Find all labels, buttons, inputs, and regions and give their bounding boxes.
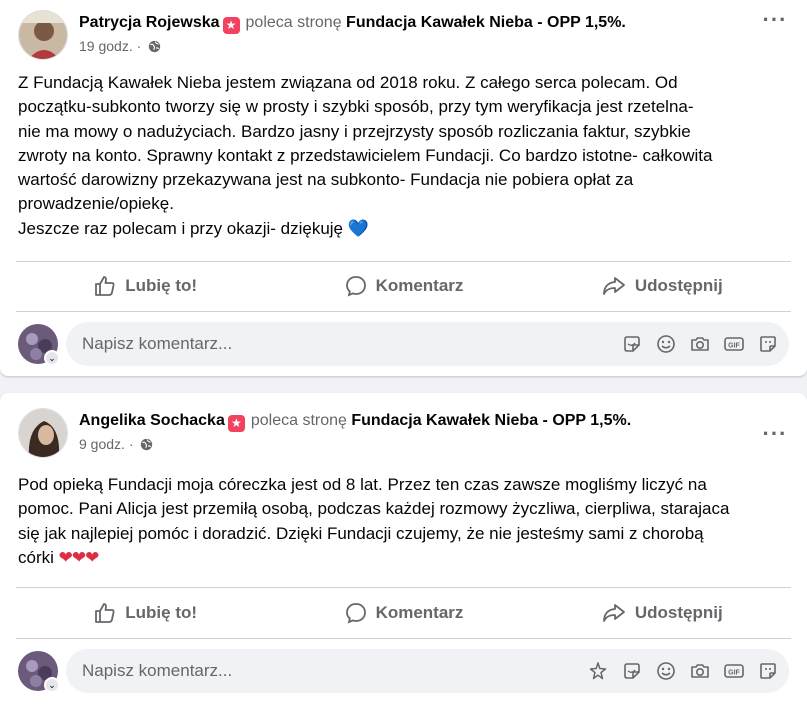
share-arrow-icon — [602, 604, 625, 622]
body-line: córki — [18, 547, 54, 567]
share-button[interactable]: Udostępnij — [533, 593, 791, 633]
like-label: Lubię to! — [125, 603, 198, 622]
post-timestamp[interactable]: 19 godz. · — [79, 38, 141, 54]
post-actions: Lubię to! Komentarz Udostępnij — [16, 593, 791, 633]
body-line: wartość darowizny przekazywana jest na s… — [18, 170, 634, 190]
share-label: Udostępnij — [634, 603, 723, 622]
chevron-down-icon[interactable]: ⌄ — [44, 677, 60, 693]
post-meta: Patrycja Rojewska ★ poleca stronę Fundacja… — [79, 12, 626, 57]
emoji-icon[interactable] — [655, 660, 677, 682]
sticker-icon[interactable] — [621, 660, 643, 682]
divider — [16, 638, 791, 639]
like-button[interactable]: Lubię to! — [16, 593, 274, 633]
blue-heart-emoji: 💙 — [347, 218, 369, 238]
share-label: Udostępnij — [634, 276, 723, 295]
comment-input[interactable]: Napisz komentarz... GIF — [66, 322, 789, 366]
avatar-sticker-icon[interactable] — [757, 660, 779, 682]
red-hearts-emoji: ❤❤❤ — [58, 547, 100, 567]
camera-icon[interactable] — [689, 333, 711, 355]
like-label: Lubię to! — [125, 276, 198, 295]
comment-placeholder: Napisz komentarz... — [82, 661, 233, 680]
body-line: nie ma mowy o nadużyciach. Bardzo jasny … — [18, 121, 691, 141]
comment-composer: ⌄ Napisz komentarz... GIF — [18, 649, 789, 693]
post-timestamp[interactable]: 9 godz. · — [79, 436, 133, 452]
more-options-icon[interactable]: ··· — [757, 9, 793, 34]
comment-input[interactable]: Napisz komentarz... GIF — [66, 649, 789, 693]
recommend-icon: ★ — [222, 17, 240, 34]
post-body: Z Fundacją Kawałek Nieba jestem związana… — [18, 71, 787, 241]
divider — [16, 587, 791, 588]
camera-icon[interactable] — [689, 660, 711, 682]
recommends-text: poleca stronę — [245, 14, 342, 31]
page-name-link[interactable]: Fundacja Kawałek Nieba - OPP 1,5%. — [346, 14, 626, 31]
spark-icon[interactable] — [587, 660, 609, 682]
post-actions: Lubię to! Komentarz Udostępnij — [16, 266, 791, 306]
comment-bubble-icon — [345, 276, 366, 297]
author-name[interactable]: Patrycja Rojewska — [79, 14, 220, 31]
post-card: Angelika Sochacka ★ poleca stronę Fundacja… — [0, 393, 807, 708]
comment-button[interactable]: Komentarz — [274, 266, 532, 306]
body-line: Z Fundacją Kawałek Nieba jestem związana… — [18, 73, 678, 92]
like-button[interactable]: Lubię to! — [16, 266, 274, 306]
author-avatar[interactable] — [18, 10, 68, 60]
comment-label: Komentarz — [375, 276, 464, 295]
comment-button[interactable]: Komentarz — [274, 593, 532, 633]
more-options-icon[interactable]: ··· — [757, 423, 793, 448]
author-avatar[interactable] — [18, 408, 68, 458]
post-meta: Angelika Sochacka ★ poleca stronę Fundacja… — [79, 410, 631, 455]
post-body: Pod opieką Fundacji moja córeczka jest o… — [18, 473, 787, 570]
divider — [16, 311, 791, 312]
body-line: pomoc. Pani Alicja jest przemiłą osobą, … — [18, 499, 730, 519]
gif-icon[interactable]: GIF — [723, 660, 745, 682]
recommends-text: poleca stronę — [250, 412, 347, 429]
gif-icon[interactable]: GIF — [723, 333, 745, 355]
globe-icon — [148, 39, 161, 57]
comment-bubble-icon — [345, 603, 366, 624]
share-arrow-icon — [602, 277, 625, 295]
share-button[interactable]: Udostępnij — [533, 266, 791, 306]
body-line: zwroty na konto. Sprawny kontakt z przed… — [18, 145, 713, 165]
comment-tools: GIF — [621, 333, 779, 355]
post-header: Angelika Sochacka ★ poleca stronę Fundacja… — [18, 408, 791, 458]
page-name-link[interactable]: Fundacja Kawałek Nieba - OPP 1,5%. — [351, 412, 631, 429]
author-name[interactable]: Angelika Sochacka — [79, 412, 225, 429]
body-line: prowadzenie/opiekę. — [18, 194, 174, 214]
comment-tools: GIF — [587, 660, 779, 682]
body-line: Pod opieką Fundacji moja córeczka jest o… — [18, 475, 707, 494]
recommend-icon: ★ — [227, 415, 245, 432]
divider — [16, 261, 791, 262]
emoji-icon[interactable] — [655, 333, 677, 355]
svg-text:GIF: GIF — [728, 342, 740, 349]
chevron-down-icon[interactable]: ⌄ — [44, 350, 60, 366]
body-line: początku-subkonto tworzy się w prosty i … — [18, 97, 694, 117]
body-line: Jeszcze raz polecam i przy okazji- dzięk… — [18, 218, 344, 238]
comment-placeholder: Napisz komentarz... — [82, 334, 233, 353]
thumbs-up-icon — [95, 276, 115, 296]
comment-composer: ⌄ Napisz komentarz... GIF — [18, 322, 789, 366]
post-header: Patrycja Rojewska ★ poleca stronę Fundacja… — [18, 10, 791, 60]
globe-icon — [140, 437, 153, 455]
post-card: Patrycja Rojewska ★ poleca stronę Fundacja… — [0, 0, 807, 376]
avatar-sticker-icon[interactable] — [757, 333, 779, 355]
body-line: się jak najlepiej pomóc i doradzić. Dzię… — [18, 523, 704, 543]
sticker-icon[interactable] — [621, 333, 643, 355]
thumbs-up-icon — [95, 603, 115, 623]
svg-text:GIF: GIF — [728, 669, 740, 676]
comment-label: Komentarz — [375, 603, 464, 622]
